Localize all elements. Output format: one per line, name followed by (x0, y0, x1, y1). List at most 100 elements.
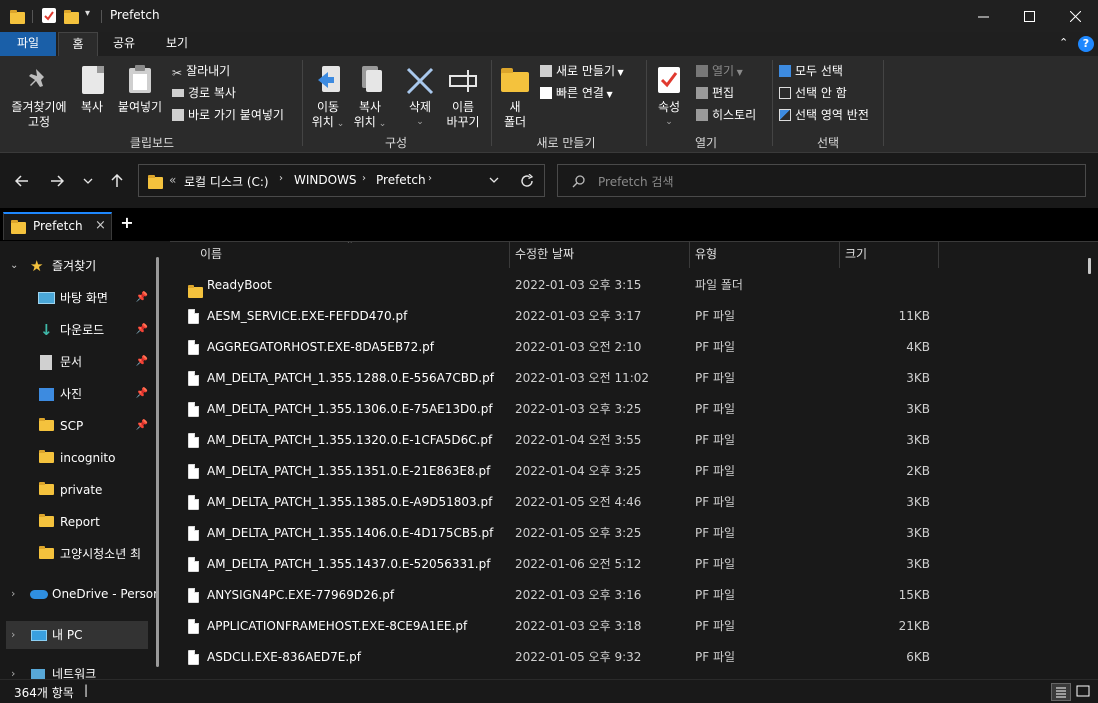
column-header-type[interactable]: 유형 (689, 242, 840, 268)
collapse-ribbon-icon[interactable]: ⌃ (1059, 36, 1068, 49)
move-to-button[interactable]: 이동 위치 ⌄ (308, 60, 348, 132)
chevron-right-icon[interactable]: › (428, 173, 432, 184)
table-row[interactable]: AM_DELTA_PATCH_1.355.1437.0.E-52056331.p… (170, 549, 930, 580)
copy-to-button[interactable]: 복사 위치 ⌄ (350, 60, 390, 132)
table-row[interactable]: AM_DELTA_PATCH_1.355.1351.0.E-21E863E8.p… (170, 456, 930, 487)
open-group-label: 열기 (694, 136, 718, 150)
chevron-right-icon[interactable]: › (11, 580, 15, 608)
select-none-button[interactable]: 선택 안 함 (779, 83, 847, 103)
back-button[interactable] (11, 170, 33, 192)
nav-item-pictures[interactable]: 사진 📌 (0, 380, 160, 408)
customize-quick-access-icon[interactable]: ▾ (85, 8, 90, 19)
table-row[interactable]: AM_DELTA_PATCH_1.355.1306.0.E-75AE13D0.p… (170, 394, 930, 425)
properties-button[interactable]: 속성 ⌄ (650, 60, 688, 132)
table-row[interactable]: APPLICATIONFRAMEHOST.EXE-8CE9A1EE.pf 2022… (170, 611, 930, 642)
nav-item-documents[interactable]: 문서 📌 (0, 348, 160, 376)
nav-this-pc[interactable]: › 내 PC (6, 621, 148, 649)
nav-item-downloads[interactable]: ↓ 다운로드 📌 (0, 316, 160, 344)
pin-icon: 📌 (135, 292, 148, 303)
open-button[interactable]: 열기 ▼ (696, 61, 743, 81)
file-date: 2022-01-05 오전 4:46 (515, 495, 642, 509)
invert-selection-button[interactable]: 선택 영역 반전 (779, 105, 869, 125)
table-row[interactable]: AGGREGATORHOST.EXE-8DA5EB72.pf 2022-01-03… (170, 332, 930, 363)
minimize-button[interactable] (960, 0, 1006, 32)
history-button[interactable]: 히스토리 (696, 105, 756, 125)
table-row[interactable]: ReadyBoot 2022-01-03 오후 3:15 파일 폴더 (170, 270, 930, 301)
tab-close-icon[interactable]: × (95, 218, 106, 233)
column-header-size[interactable]: 크기 (839, 242, 939, 268)
recent-locations-button[interactable] (77, 170, 99, 192)
table-row[interactable]: AESM_SERVICE.EXE-FEFDD470.pf 2022-01-03 오… (170, 301, 930, 332)
address-bar[interactable]: « 로컬 디스크 (C:) › WINDOWS › Prefetch › (138, 164, 545, 197)
table-row[interactable]: ANYSIGN4PC.EXE-77969D26.pf 2022-01-03 오후 … (170, 580, 930, 611)
new-item-button[interactable]: 새로 만들기 ▼ (540, 61, 624, 81)
refresh-icon[interactable] (520, 174, 534, 188)
file-size: 3KB (906, 526, 930, 540)
delete-dropdown-icon[interactable]: ⌄ (400, 115, 440, 130)
file-icon (188, 309, 199, 324)
chevron-down-icon[interactable]: ⌄ (10, 252, 18, 280)
easy-access-button[interactable]: 빠른 연결 ▼ (540, 83, 613, 103)
column-header-name[interactable]: 이름 ⌃ (194, 242, 510, 268)
search-box[interactable]: Prefetch 검색 (557, 164, 1086, 197)
column-header-date[interactable]: 수정한 날짜 (509, 242, 690, 268)
new-tab-icon[interactable]: + (119, 215, 135, 231)
nav-item-incognito[interactable]: incognito (0, 444, 160, 472)
chevron-right-icon[interactable]: › (11, 660, 15, 679)
delete-button[interactable]: 삭제 ⌄ (400, 60, 440, 132)
file-date: 2022-01-05 오후 3:25 (515, 526, 642, 540)
breadcrumb-windows[interactable]: WINDOWS (294, 173, 357, 187)
paste-shortcut-button[interactable]: 바로 가기 붙여넣기 (172, 105, 284, 125)
rename-button[interactable]: 이름 바꾸기 (442, 60, 484, 132)
forward-button[interactable] (46, 170, 68, 192)
breadcrumb-prefetch[interactable]: Prefetch (376, 173, 426, 187)
chevron-right-icon[interactable]: › (11, 621, 15, 649)
select-all-button[interactable]: 모두 선택 (779, 61, 843, 81)
item-count: 364개 항목 (14, 686, 74, 700)
tab-view[interactable]: 보기 (150, 32, 204, 56)
breadcrumb-local-disk[interactable]: 로컬 디스크 (C:) (184, 173, 269, 190)
nav-item-desktop[interactable]: 바탕 화면 📌 (0, 284, 160, 312)
chevron-right-icon[interactable]: › (279, 173, 283, 184)
nav-onedrive[interactable]: › OneDrive - Persor (0, 580, 160, 608)
details-view-icon[interactable] (1051, 683, 1071, 701)
status-separator: | (84, 683, 89, 697)
copy-button[interactable]: 복사 (74, 60, 110, 130)
properties-dropdown-icon[interactable]: ⌄ (650, 115, 688, 130)
table-row[interactable]: AM_DELTA_PATCH_1.355.1288.0.E-556A7CBD.p… (170, 363, 930, 394)
nav-scrollbar[interactable] (156, 257, 159, 667)
help-icon[interactable]: ? (1078, 36, 1094, 52)
nav-item-report[interactable]: Report (0, 508, 160, 536)
search-placeholder[interactable]: Prefetch 검색 (598, 173, 674, 190)
maximize-button[interactable] (1006, 0, 1052, 32)
tab-share[interactable]: 공유 (100, 32, 148, 56)
cut-button[interactable]: ✂ 잘라내기 (172, 61, 230, 81)
table-row[interactable]: AM_DELTA_PATCH_1.355.1406.0.E-4D175CB5.p… (170, 518, 930, 549)
up-button[interactable] (106, 170, 128, 192)
table-row[interactable]: AM_DELTA_PATCH_1.355.1385.0.E-A9D51803.p… (170, 487, 930, 518)
tab-prefetch[interactable]: Prefetch × (3, 212, 112, 240)
nav-item-private[interactable]: private (0, 476, 160, 504)
new-folder-quick-icon[interactable] (64, 10, 79, 24)
chevron-right-icon[interactable]: › (362, 173, 366, 184)
tab-file[interactable]: 파일 (0, 32, 56, 56)
edit-button[interactable]: 편집 (696, 83, 734, 103)
table-row[interactable]: AM_DELTA_PATCH_1.355.1320.0.E-1CFA5D6C.p… (170, 425, 930, 456)
properties-quick-icon[interactable] (42, 8, 56, 23)
paste-button[interactable]: 붙여넣기 (112, 60, 168, 130)
table-row[interactable]: ASDCLI.EXE-836AED7E.pf 2022-01-05 오후 9:32… (170, 642, 930, 673)
tab-home[interactable]: 홈 (58, 32, 98, 56)
close-button[interactable] (1052, 0, 1098, 32)
nav-item-goyang[interactable]: 고양시청소년 최 (0, 540, 160, 568)
pin-to-quick-access-button[interactable]: 즐겨찾기에 고정 (6, 60, 72, 130)
select-none-icon (779, 87, 791, 99)
nav-quick-access[interactable]: ⌄ ★ 즐겨찾기 (0, 252, 160, 280)
address-history-chevron-icon[interactable] (489, 177, 499, 185)
nav-network[interactable]: › 네트워크 (0, 660, 160, 679)
breadcrumb-overflow[interactable]: « (169, 173, 176, 187)
large-icons-view-icon[interactable] (1074, 683, 1094, 701)
file-list-scrollbar[interactable] (1088, 258, 1091, 274)
new-folder-button[interactable]: 새 폴더 (496, 60, 534, 132)
nav-item-scp[interactable]: SCP 📌 (0, 412, 160, 440)
copy-path-button[interactable]: 경로 복사 (172, 83, 236, 103)
